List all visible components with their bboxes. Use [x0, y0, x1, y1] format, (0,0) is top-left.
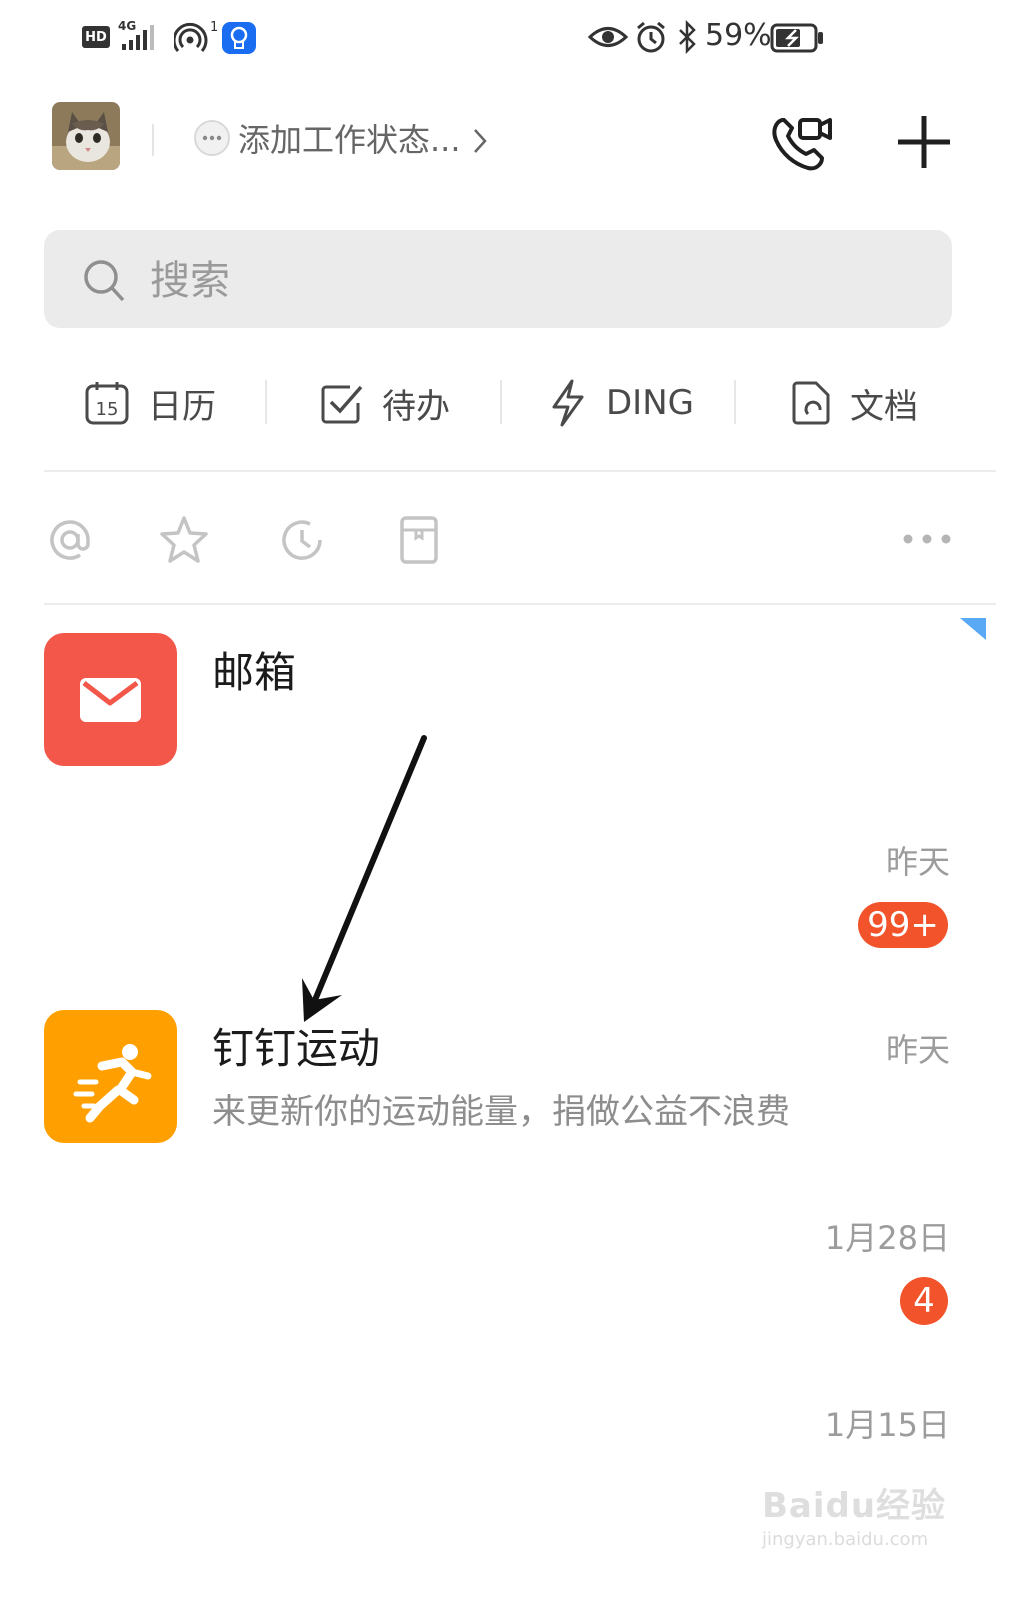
quick-label-docs: 文档: [850, 386, 918, 427]
sports-app-icon: [44, 1010, 177, 1143]
status-bar: HD 4G 1 59%: [0, 0, 1016, 78]
conversation-time: 昨天: [885, 1031, 950, 1069]
calendar-day: 15: [96, 399, 119, 420]
watermark-url: jingyan.baidu.com: [762, 1529, 929, 1550]
quick-docs[interactable]: 文档: [790, 370, 918, 436]
work-status-button[interactable]: 添加工作状态...: [238, 118, 461, 162]
chat-bubble-icon: [194, 120, 230, 156]
conversation-time: 1月28日: [824, 1219, 950, 1257]
search-icon: [84, 260, 125, 302]
divider: [44, 470, 996, 472]
hotspot-icon: [174, 22, 208, 52]
conversation-title: 邮箱: [212, 648, 297, 697]
avatar[interactable]: [52, 102, 120, 170]
mail-app-icon: [44, 633, 177, 766]
quick-separator: [500, 380, 502, 424]
quick-label-calendar: 日历: [148, 386, 216, 427]
mail-icon: [80, 678, 141, 722]
assistant-bulb-icon: [222, 22, 256, 54]
checkbox-icon: [321, 385, 363, 424]
quick-separator: [265, 380, 267, 424]
watermark-brand: Baidu经验: [762, 1486, 947, 1526]
cat-avatar-image: [52, 102, 120, 170]
memo-icon[interactable]: [394, 512, 446, 568]
battery-percent: 59%: [705, 18, 772, 53]
calendar-icon: 15: [85, 382, 129, 425]
star-icon[interactable]: [158, 512, 210, 568]
battery-icon: [770, 23, 823, 53]
quick-separator: [734, 380, 736, 424]
conversation-time: 1月15日: [824, 1406, 950, 1444]
eye-icon: [588, 27, 628, 47]
quick-calendar[interactable]: 15 日历: [84, 370, 216, 436]
lightning-icon: [552, 379, 584, 427]
hd-indicator: HD: [82, 26, 110, 48]
alarm-icon: [637, 21, 665, 53]
video-call-icon[interactable]: [770, 112, 834, 172]
divider: [44, 603, 996, 605]
signal-icon: [122, 25, 154, 50]
conversation-preview: 来更新你的运动能量，捐做公益不浪费: [212, 1092, 790, 1132]
document-icon: [792, 381, 830, 425]
clock-icon[interactable]: [276, 512, 328, 568]
quick-ding[interactable]: DING: [548, 370, 694, 436]
chevron-right-icon: [474, 129, 487, 153]
unread-badge: 99+: [858, 902, 948, 948]
unread-badge: 4: [900, 1277, 948, 1325]
arrow-annotation: [302, 735, 427, 1022]
hotspot-count: 1: [210, 20, 219, 35]
baidu-watermark: Baidu经验 jingyan.baidu.com: [762, 1478, 946, 1550]
quick-label-ding: DING: [606, 383, 694, 423]
conversation-title: 钉钉运动: [212, 1024, 381, 1073]
header-divider: [152, 124, 154, 156]
at-icon[interactable]: [44, 512, 96, 568]
bluetooth-icon: [679, 20, 696, 54]
runner-icon: [73, 1044, 152, 1123]
search-input[interactable]: 搜索: [150, 256, 230, 306]
quick-label-todo: 待办: [382, 386, 450, 427]
quick-todo[interactable]: 待办: [320, 370, 450, 436]
more-icon[interactable]: [902, 532, 952, 546]
conversation-time: 昨天: [885, 843, 950, 881]
plus-icon[interactable]: [894, 112, 954, 172]
